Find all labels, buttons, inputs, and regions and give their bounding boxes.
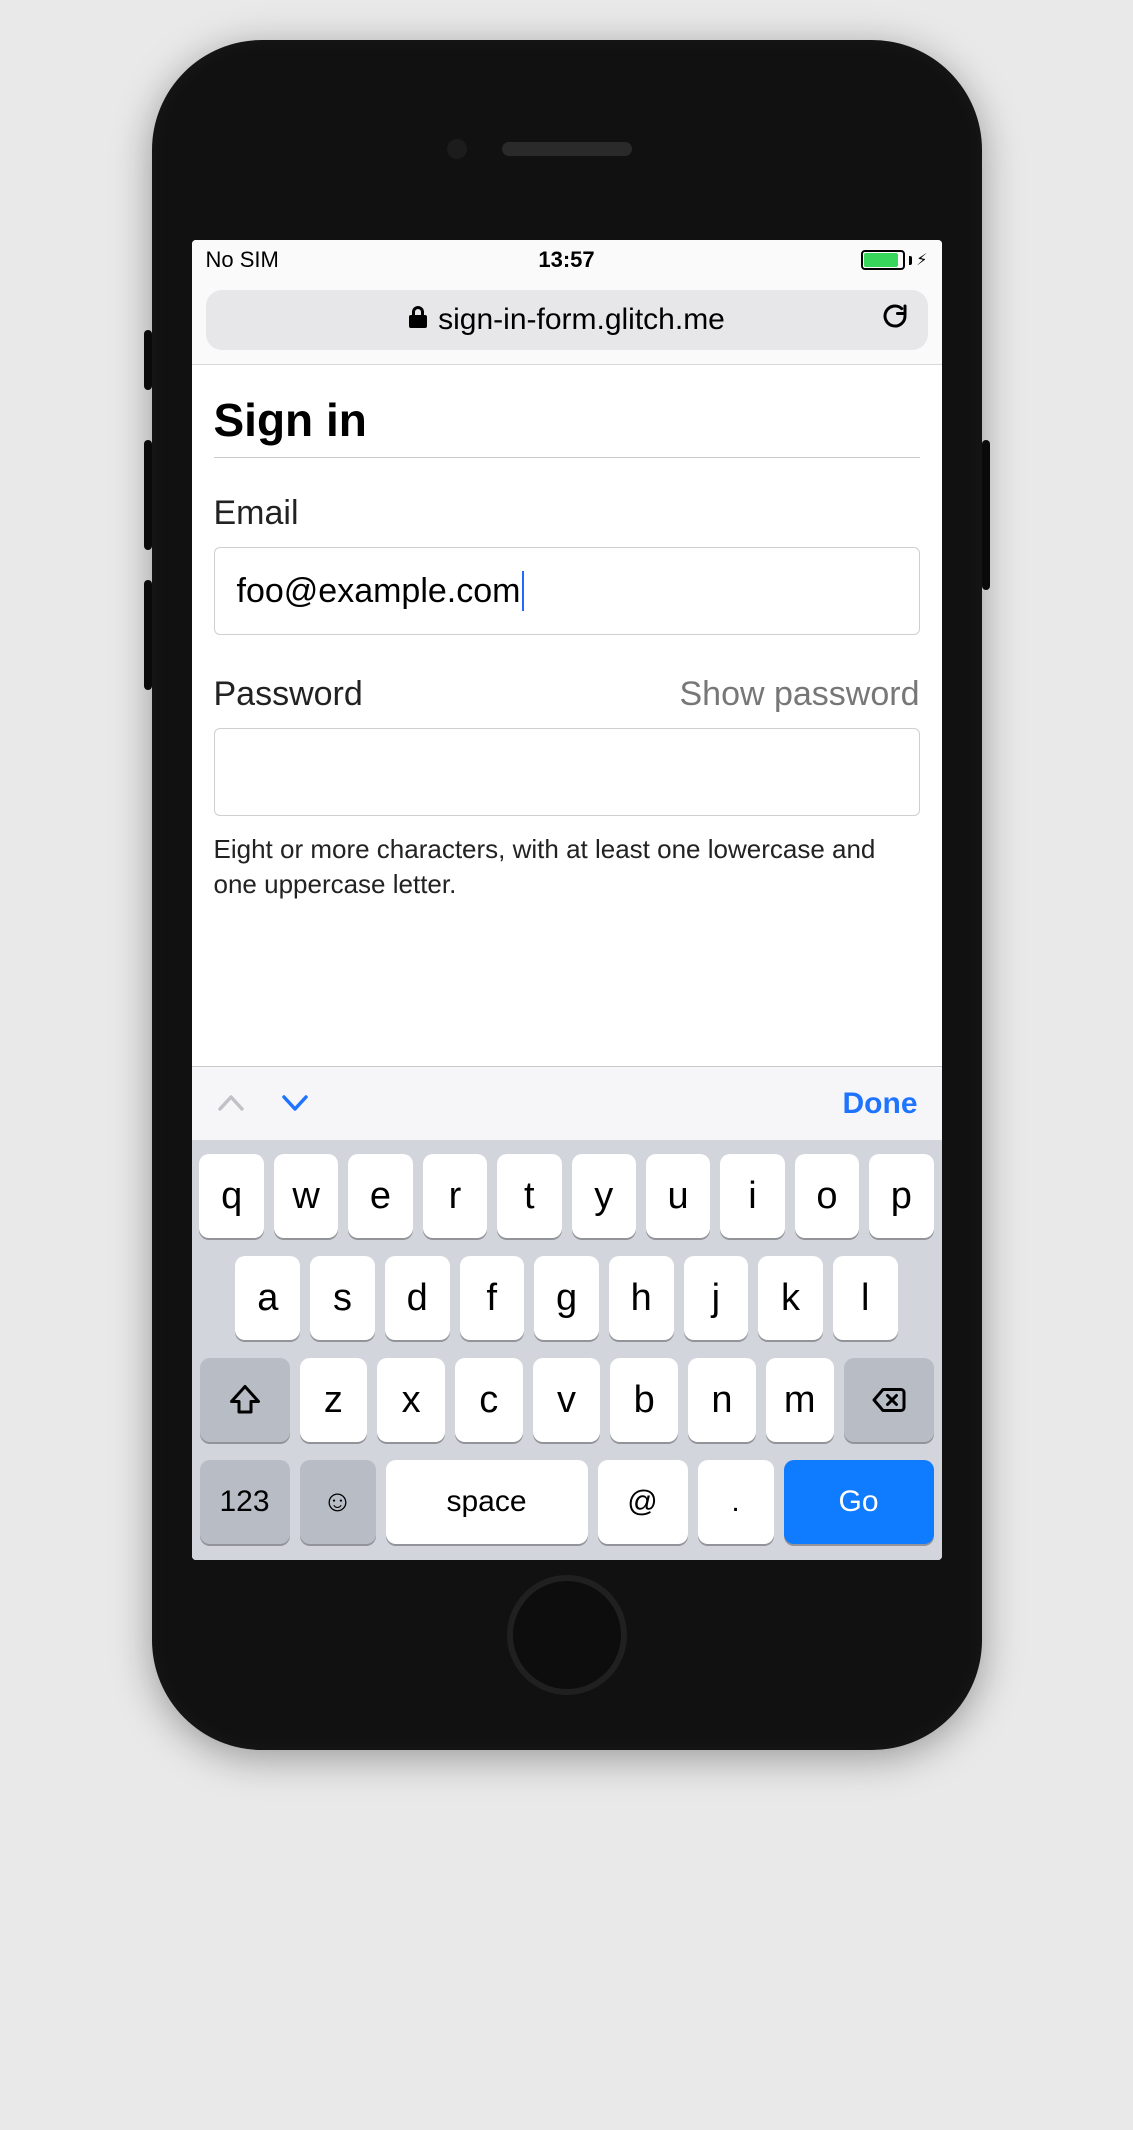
password-hint: Eight or more characters, with at least … (214, 832, 920, 902)
space-key[interactable]: space (386, 1460, 588, 1544)
next-field-button[interactable] (280, 1084, 310, 1123)
title-divider (214, 457, 920, 458)
emoji-key[interactable]: ☺ (300, 1460, 376, 1544)
battery-indicator: ⚡︎ (861, 250, 927, 270)
home-button[interactable] (507, 1575, 627, 1695)
keyboard-row-1: qwertyuiop (200, 1154, 934, 1238)
address-host: sign-in-form.glitch.me (438, 303, 725, 337)
text-caret (522, 571, 524, 611)
mute-switch (144, 330, 152, 390)
dot-key[interactable]: . (698, 1460, 774, 1544)
shift-key[interactable] (200, 1358, 290, 1442)
at-key[interactable]: @ (598, 1460, 688, 1544)
charging-icon: ⚡︎ (916, 250, 927, 270)
address-bar[interactable]: sign-in-form.glitch.me (206, 290, 928, 350)
password-label: Password (214, 675, 363, 714)
email-field[interactable]: foo@example.com (214, 547, 920, 635)
emoji-icon: ☺ (322, 1485, 353, 1519)
go-key[interactable]: Go (784, 1460, 934, 1544)
email-label: Email (214, 494, 920, 533)
key-o[interactable]: o (795, 1154, 859, 1238)
carrier-label: No SIM (206, 247, 279, 273)
keyboard: qwertyuiop asdfghjkl zxcvbnm 123 ☺ space… (192, 1140, 942, 1560)
email-value: foo@example.com (237, 572, 521, 611)
reload-button[interactable] (880, 301, 910, 339)
key-c[interactable]: c (455, 1358, 523, 1442)
battery-icon (861, 250, 905, 270)
key-y[interactable]: y (572, 1154, 636, 1238)
keyboard-row-3: zxcvbnm (200, 1358, 934, 1442)
key-d[interactable]: d (385, 1256, 450, 1340)
key-s[interactable]: s (310, 1256, 375, 1340)
key-k[interactable]: k (758, 1256, 823, 1340)
keyboard-row-2: asdfghjkl (200, 1256, 934, 1340)
phone-speaker (502, 142, 632, 156)
key-j[interactable]: j (684, 1256, 749, 1340)
keyboard-row-fn: 123 ☺ space @ . Go (200, 1460, 934, 1544)
key-v[interactable]: v (533, 1358, 601, 1442)
key-n[interactable]: n (688, 1358, 756, 1442)
key-x[interactable]: x (377, 1358, 445, 1442)
key-h[interactable]: h (609, 1256, 674, 1340)
key-f[interactable]: f (460, 1256, 525, 1340)
password-field[interactable] (214, 728, 920, 816)
phone-camera (447, 139, 467, 159)
show-password-toggle[interactable]: Show password (679, 675, 919, 714)
key-z[interactable]: z (300, 1358, 368, 1442)
key-a[interactable]: a (235, 1256, 300, 1340)
phone-frame: No SIM 13:57 ⚡︎ sign-in-form.glitch.me S… (152, 40, 982, 1750)
key-u[interactable]: u (646, 1154, 710, 1238)
key-w[interactable]: w (274, 1154, 338, 1238)
browser-toolbar: sign-in-form.glitch.me (192, 280, 942, 365)
keyboard-accessory: Done (192, 1066, 942, 1140)
key-g[interactable]: g (534, 1256, 599, 1340)
page-title: Sign in (214, 393, 920, 447)
prev-field-button (216, 1084, 246, 1123)
keyboard-row-3-letters: zxcvbnm (300, 1358, 834, 1442)
key-b[interactable]: b (610, 1358, 678, 1442)
power-button (982, 440, 990, 590)
status-time: 13:57 (538, 247, 594, 273)
key-r[interactable]: r (423, 1154, 487, 1238)
key-q[interactable]: q (199, 1154, 263, 1238)
screen: No SIM 13:57 ⚡︎ sign-in-form.glitch.me S… (192, 240, 942, 1560)
key-e[interactable]: e (348, 1154, 412, 1238)
volume-down-button (144, 580, 152, 690)
backspace-key[interactable] (844, 1358, 934, 1442)
page-content: Sign in Email foo@example.com Password S… (192, 365, 942, 912)
key-m[interactable]: m (766, 1358, 834, 1442)
status-bar: No SIM 13:57 ⚡︎ (192, 240, 942, 280)
numbers-key[interactable]: 123 (200, 1460, 290, 1544)
key-l[interactable]: l (833, 1256, 898, 1340)
volume-up-button (144, 440, 152, 550)
lock-icon (408, 305, 428, 335)
key-t[interactable]: t (497, 1154, 561, 1238)
keyboard-done-button[interactable]: Done (843, 1087, 918, 1121)
key-i[interactable]: i (720, 1154, 784, 1238)
key-p[interactable]: p (869, 1154, 933, 1238)
